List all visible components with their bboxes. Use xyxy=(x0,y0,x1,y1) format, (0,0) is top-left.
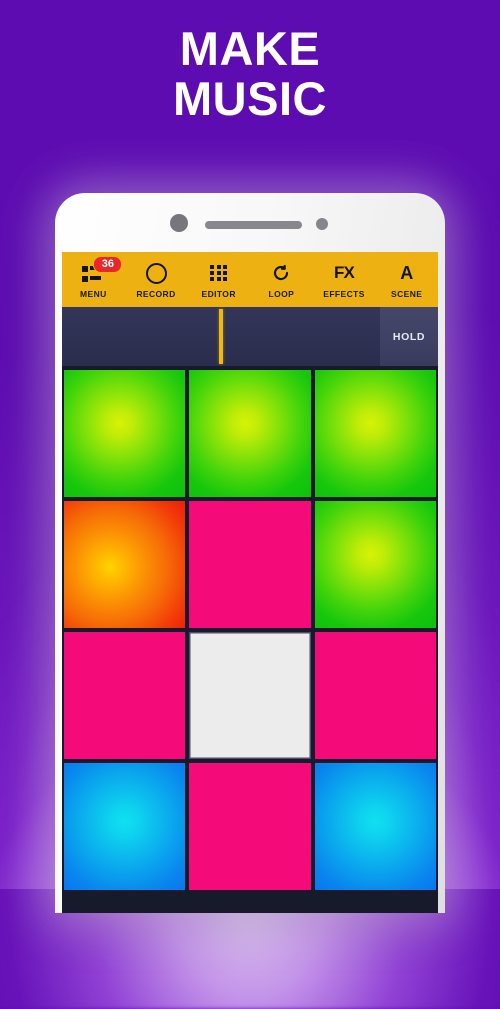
phone-screen: 36 MENU RECORD EDITOR LOOP FX EFFECTS A … xyxy=(62,252,438,913)
toolbar-label-editor: EDITOR xyxy=(201,288,236,299)
drum-pad[interactable] xyxy=(189,370,311,497)
hold-button[interactable]: HOLD xyxy=(380,307,438,366)
headline-line-2: MUSIC xyxy=(173,72,327,125)
drum-pad[interactable] xyxy=(314,632,436,759)
page-title: MAKE MUSIC xyxy=(0,24,500,124)
drum-pad[interactable] xyxy=(314,370,436,497)
toolbar-item-menu[interactable]: 36 MENU xyxy=(62,252,125,307)
drum-pad[interactable] xyxy=(314,501,436,628)
toolbar-label-scene: SCENE xyxy=(391,288,423,299)
menu-badge-count: 36 xyxy=(93,255,123,273)
pad-grid xyxy=(62,368,438,913)
toolbar-item-record[interactable]: RECORD xyxy=(125,252,188,307)
drum-pad[interactable] xyxy=(64,370,186,497)
toolbar-label-effects: EFFECTS xyxy=(323,288,365,299)
headline-line-1: MAKE xyxy=(179,22,321,75)
drum-pad[interactable] xyxy=(64,763,186,890)
earpiece-speaker-icon xyxy=(205,221,302,229)
menu-list-icon: 36 xyxy=(82,255,123,286)
toolbar-item-loop[interactable]: LOOP xyxy=(250,252,313,307)
loop-arrow-icon xyxy=(272,261,290,286)
toolbar-label-menu: MENU xyxy=(80,288,107,299)
drum-pad[interactable] xyxy=(314,763,436,890)
phone-top-bezel xyxy=(55,193,445,253)
proximity-sensor-icon xyxy=(316,218,328,230)
toolbar-item-scene[interactable]: A SCENE xyxy=(375,252,438,307)
drum-pad[interactable] xyxy=(189,632,311,759)
fx-glyph-text: FX xyxy=(333,263,355,282)
drum-pad[interactable] xyxy=(189,501,311,628)
drum-pad[interactable] xyxy=(64,501,186,628)
phone-mockup: 36 MENU RECORD EDITOR LOOP FX EFFECTS A … xyxy=(55,193,445,913)
toolbar-label-record: RECORD xyxy=(136,288,176,299)
app-toolbar: 36 MENU RECORD EDITOR LOOP FX EFFECTS A … xyxy=(62,252,438,307)
playhead-marker[interactable] xyxy=(219,309,223,364)
drum-pad[interactable] xyxy=(189,763,311,890)
fx-text-icon: FX xyxy=(333,261,355,286)
scene-letter-icon: A xyxy=(400,261,413,286)
grid-9-icon xyxy=(210,261,228,286)
scene-glyph-text: A xyxy=(400,262,414,283)
camera-lens-icon xyxy=(170,214,188,232)
hold-button-label: HOLD xyxy=(392,330,426,343)
record-circle-icon xyxy=(145,261,167,286)
drum-pad[interactable] xyxy=(64,632,186,759)
timeline-bar[interactable]: HOLD xyxy=(62,307,438,368)
toolbar-item-effects[interactable]: FX EFFECTS xyxy=(313,252,376,307)
toolbar-item-editor[interactable]: EDITOR xyxy=(187,252,250,307)
toolbar-label-loop: LOOP xyxy=(268,288,295,299)
